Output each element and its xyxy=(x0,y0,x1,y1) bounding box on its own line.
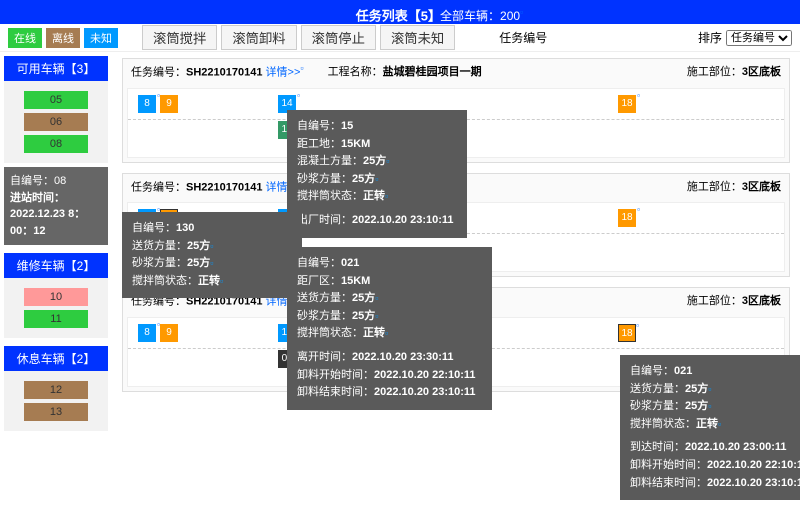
drum-unknown[interactable]: 滚筒未知 xyxy=(380,25,455,50)
avail-header: 可用车辆【3】 xyxy=(4,56,108,81)
detail-link[interactable]: 详情>> xyxy=(266,67,301,79)
veh-slot[interactable]: 18▫ xyxy=(618,209,636,227)
top-bar: 任务列表【5】▫ 全部车辆：200▫ xyxy=(0,0,800,24)
sidebar: 可用车辆【3】 05 06 08 自编号：08 进站时间： 2022.12.23… xyxy=(0,52,112,532)
veh-slot[interactable]: 9 xyxy=(160,324,178,342)
veh-chip[interactable]: 11 xyxy=(24,310,88,328)
veh-chip[interactable]: 13 xyxy=(24,403,88,421)
avail-info: 自编号：08 进站时间： 2022.12.23 8：00：12 xyxy=(4,167,108,245)
veh-chip[interactable]: 08 xyxy=(24,135,88,153)
drum-stop[interactable]: 滚筒停止 xyxy=(301,25,376,50)
veh-chip[interactable]: 10 xyxy=(24,288,88,306)
veh-slot[interactable]: 9 xyxy=(160,95,178,113)
veh-slot[interactable]: 8▫ xyxy=(138,324,156,342)
veh-slot[interactable]: 18▫ xyxy=(618,324,636,342)
status-unknown[interactable]: 未知 xyxy=(84,28,118,48)
drum-unload[interactable]: 滚筒卸料 xyxy=(221,25,296,50)
filter-bar: 在线 离线 未知 滚筒搅拌 滚筒卸料 滚筒停止 滚筒未知 任务编号 排序 任务编… xyxy=(0,24,800,52)
veh-chip[interactable]: 05 xyxy=(24,91,88,109)
veh-chip[interactable]: 06 xyxy=(24,113,88,131)
title: 任务列表【5】 xyxy=(356,8,441,23)
veh-chip[interactable]: 12 xyxy=(24,381,88,399)
content: 任务编号：SH2210170141 详情>>▫ 工程名称：盐城碧桂园项目一期 施… xyxy=(112,52,800,532)
repair-header: 维修车辆【2】 xyxy=(4,253,108,278)
sort-label: 排序 xyxy=(698,29,722,46)
status-offline[interactable]: 离线 xyxy=(46,28,80,48)
status-online[interactable]: 在线 xyxy=(8,28,42,48)
drum-mix[interactable]: 滚筒搅拌 xyxy=(142,25,217,50)
rest-header: 休息车辆【2】 xyxy=(4,346,108,371)
task-id-label: 任务编号 xyxy=(499,29,547,46)
tooltip-veh130: 自编号：130 送货方量：25方▫ 砂浆方量：25方▫ 搅拌筒状态：正转▫ xyxy=(122,212,302,298)
tooltip-veh021b: 自编号：021 送货方量：25方▫ 砂浆方量：25方▫ 搅拌筒状态：正转▫ 到达… xyxy=(620,355,800,500)
veh-slot[interactable]: 8▫ xyxy=(138,95,156,113)
veh-slot[interactable]: 18▫ xyxy=(618,95,636,113)
tooltip-veh15: 自编号：15 距工地：15KM 混凝土方量：25方▫ 砂浆方量：25方▫ 搅拌筒… xyxy=(287,110,467,238)
all-vehicles: 全部车辆：200▫ xyxy=(440,0,523,28)
sort-select[interactable]: 任务编号 xyxy=(726,30,792,46)
sort-box: 排序 任务编号 xyxy=(698,29,792,46)
tooltip-veh021a: 自编号：021 距厂区：15KM 送货方量：25方▫ 砂浆方量：25方▫ 搅拌筒… xyxy=(287,247,492,410)
